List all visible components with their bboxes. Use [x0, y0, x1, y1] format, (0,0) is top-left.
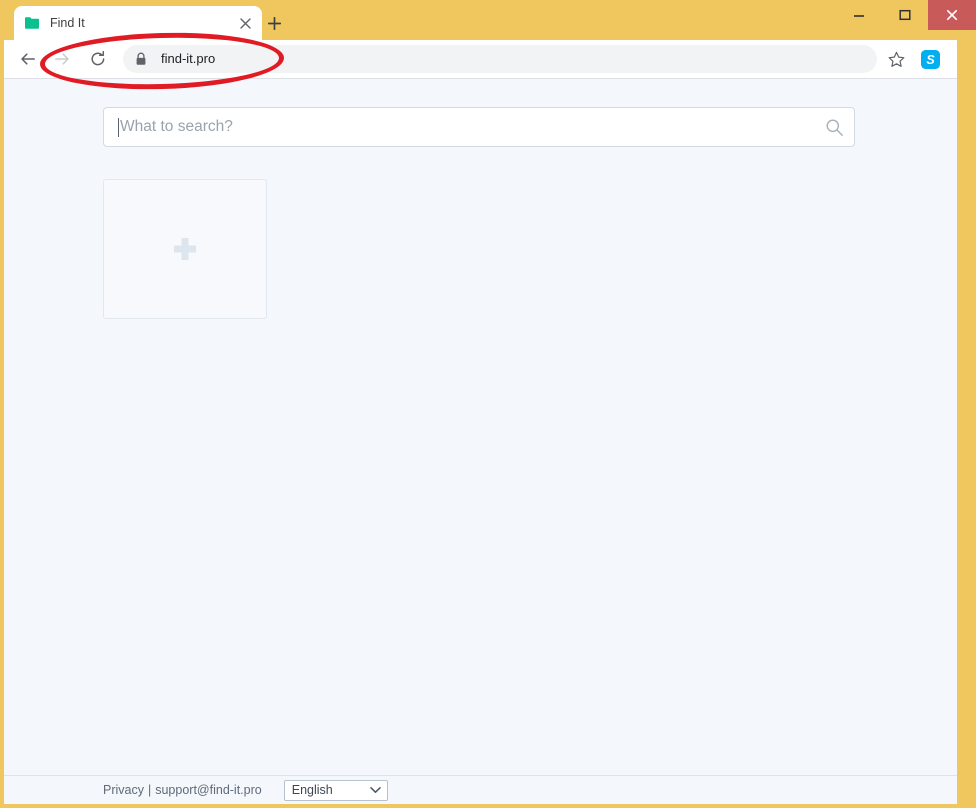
plus-icon [174, 238, 196, 260]
browser-tab[interactable]: Find It [14, 6, 262, 40]
search-icon[interactable] [814, 108, 854, 146]
title-bar: Find It [0, 0, 976, 40]
support-email-link[interactable]: support@find-it.pro [155, 782, 262, 798]
privacy-link[interactable]: Privacy [103, 782, 144, 798]
forward-button [47, 44, 77, 74]
page-viewport: What to search? Privacy | support@find-i… [4, 79, 957, 804]
language-select[interactable]: English [283, 779, 388, 801]
skype-icon[interactable]: S [915, 44, 945, 74]
browser-window: Find It find-it.pro S What to search? Pr… [0, 0, 976, 808]
folder-icon [24, 15, 40, 31]
tab-close-button[interactable] [236, 14, 254, 32]
bookmark-star-icon[interactable] [881, 44, 911, 74]
address-bar[interactable]: find-it.pro [123, 45, 877, 73]
text-caret [118, 117, 119, 137]
window-minimize-button[interactable] [836, 0, 882, 30]
search-input[interactable]: What to search? [103, 107, 855, 147]
tab-title: Find It [50, 16, 85, 30]
svg-text:S: S [926, 53, 935, 67]
lock-icon [135, 52, 149, 66]
browser-toolbar: find-it.pro S [4, 40, 957, 78]
search-input-placeholder: What to search? [120, 118, 233, 135]
reload-button[interactable] [83, 44, 113, 74]
language-select-value: English [291, 783, 333, 797]
chevron-down-icon [369, 781, 381, 799]
window-maximize-button[interactable] [882, 0, 928, 30]
page-footer: Privacy | support@find-it.pro English [4, 776, 957, 804]
back-button[interactable] [13, 44, 43, 74]
footer-separator: | [147, 783, 152, 797]
add-shortcut-tile[interactable] [103, 179, 267, 319]
new-tab-button[interactable] [262, 11, 286, 35]
address-bar-url: find-it.pro [161, 51, 216, 66]
window-close-button[interactable] [928, 0, 976, 30]
window-controls [836, 0, 976, 30]
